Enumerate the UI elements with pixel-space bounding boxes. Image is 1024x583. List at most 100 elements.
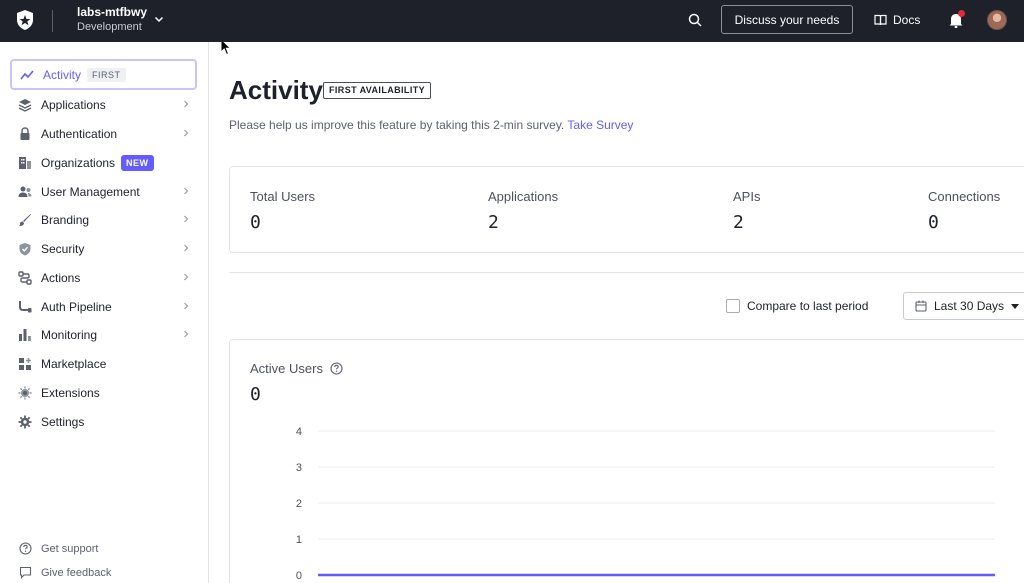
- gear-icon: [18, 415, 32, 428]
- stat-connections: Connections 0: [928, 189, 1000, 233]
- layers-icon: [18, 98, 32, 112]
- stat-total-users: Total Users 0: [250, 189, 315, 233]
- sidebar-item-auth-pipeline[interactable]: Auth Pipeline: [10, 291, 197, 322]
- stats-card: Total Users 0 Applications 2 APIs 2 Conn…: [229, 166, 1024, 253]
- sidebar-item-label: Organizations: [41, 155, 116, 170]
- auth0-logo-icon[interactable]: [15, 9, 35, 31]
- pipeline-icon: [19, 300, 32, 312]
- sidebar-item-extensions[interactable]: Extensions: [10, 377, 197, 408]
- stat-applications: Applications 2: [488, 189, 558, 233]
- mouse-cursor-icon: [220, 42, 232, 56]
- sidebar-item-label: Extensions: [41, 385, 100, 400]
- docs-link[interactable]: Docs: [874, 12, 920, 28]
- active-users-card: Active Users 0 4 3 2 1 0: [229, 339, 1024, 583]
- date-range-select[interactable]: Last 30 Days: [903, 292, 1024, 320]
- sidebar-item-label: Applications: [41, 97, 106, 112]
- comment-icon: [19, 566, 32, 579]
- new-badge: NEW: [121, 154, 154, 171]
- brush-icon: [19, 213, 31, 226]
- chart-title-label: Active Users: [250, 361, 323, 376]
- sidebar-item-label: Marketplace: [41, 356, 107, 371]
- chevron-right-icon: [184, 187, 189, 195]
- compare-label: Compare to last period: [747, 299, 869, 313]
- book-icon: [874, 14, 887, 26]
- bar-chart-icon: [19, 328, 31, 341]
- help-icon[interactable]: [330, 362, 343, 375]
- chevron-right-icon: [184, 215, 189, 223]
- top-bar: labs-mtfbwy Development Discuss your nee…: [0, 0, 1024, 42]
- chevron-right-icon: [184, 273, 189, 281]
- y-tick-label: 0: [296, 570, 302, 582]
- discuss-needs-button[interactable]: Discuss your needs: [721, 5, 853, 34]
- chart-line-icon: [20, 69, 34, 79]
- give-feedback-link[interactable]: Give feedback: [19, 566, 111, 579]
- chevron-right-icon: [184, 129, 189, 137]
- avatar[interactable]: [987, 10, 1007, 30]
- stat-value: 0: [250, 212, 261, 233]
- grid-plus-icon: [19, 357, 31, 370]
- stat-label: Total Users: [250, 189, 316, 204]
- sidebar-item-branding[interactable]: Branding: [10, 204, 197, 235]
- sidebar-item-label: Monitoring: [41, 327, 98, 342]
- first-badge: FIRST: [87, 67, 126, 82]
- y-tick-label: 3: [296, 462, 302, 474]
- chart-total-value: 0: [250, 384, 261, 405]
- calendar-icon: [915, 300, 927, 312]
- sidebar-item-label: User Management: [41, 184, 140, 199]
- help-circle-icon: [19, 542, 32, 555]
- checkbox-box[interactable]: [726, 299, 740, 313]
- main-content: Activity FIRST AVAILABILITY Please help …: [210, 42, 1024, 583]
- sidebar-item-user-management[interactable]: User Management: [10, 176, 197, 207]
- stat-apis: APIs 2: [733, 189, 760, 233]
- flow-icon: [18, 270, 32, 285]
- y-tick-label: 4: [296, 426, 302, 438]
- stat-value: 0: [928, 212, 939, 233]
- chevron-down-icon[interactable]: [153, 13, 165, 25]
- y-tick-label: 2: [296, 498, 302, 510]
- tenant-environment[interactable]: Development: [77, 21, 142, 33]
- stat-label: Applications: [488, 189, 559, 204]
- sidebar: Activity FIRST Applications Authenticati…: [0, 42, 209, 583]
- sidebar-item-marketplace[interactable]: Marketplace: [10, 348, 197, 379]
- get-support-label: Get support: [41, 542, 99, 555]
- active-users-chart: 4 3 2 1 0: [296, 426, 995, 582]
- users-icon: [18, 186, 32, 197]
- shield-icon: [19, 242, 31, 255]
- stat-value: 2: [733, 212, 744, 233]
- compare-checkbox[interactable]: Compare to last period: [726, 299, 868, 313]
- chevron-right-icon: [184, 302, 189, 310]
- notification-dot: [958, 10, 965, 17]
- stat-label: APIs: [733, 189, 761, 204]
- chevron-right-icon: [184, 244, 189, 252]
- sidebar-item-security[interactable]: Security: [10, 233, 197, 264]
- sidebar-item-label: Branding: [41, 212, 90, 227]
- caret-down-icon: [1011, 303, 1020, 309]
- get-support-link[interactable]: Get support: [19, 542, 98, 555]
- give-feedback-label: Give feedback: [41, 566, 112, 579]
- sidebar-item-activity[interactable]: Activity FIRST: [10, 59, 197, 90]
- sidebar-item-settings[interactable]: Settings: [10, 406, 197, 437]
- stat-value: 2: [488, 212, 499, 233]
- survey-text: Please help us improve this feature by t…: [229, 118, 565, 132]
- chevron-right-icon: [184, 100, 189, 108]
- sidebar-item-label: Settings: [41, 414, 85, 429]
- sidebar-item-organizations[interactable]: Organizations NEW: [10, 147, 197, 178]
- chart-title: Active Users: [250, 361, 343, 376]
- section-divider: [229, 272, 1024, 273]
- sidebar-item-monitoring[interactable]: Monitoring: [10, 319, 197, 350]
- stat-label: Connections: [928, 189, 1001, 204]
- sidebar-item-label: Auth Pipeline: [41, 299, 112, 314]
- sidebar-item-authentication[interactable]: Authentication: [10, 118, 197, 149]
- tenant-name[interactable]: labs-mtfbwy: [77, 5, 147, 19]
- sidebar-item-label: Activity: [43, 67, 82, 82]
- sidebar-item-actions[interactable]: Actions: [10, 262, 197, 293]
- sidebar-item-label: Authentication: [41, 126, 118, 141]
- lock-icon: [20, 126, 30, 140]
- take-survey-link[interactable]: Take Survey: [567, 118, 633, 132]
- puzzle-icon: [18, 386, 32, 399]
- first-availability-badge: FIRST AVAILABILITY: [323, 82, 432, 99]
- chevron-right-icon: [184, 330, 189, 338]
- search-icon[interactable]: [687, 12, 703, 28]
- sidebar-item-applications[interactable]: Applications: [10, 89, 197, 120]
- y-tick-label: 1: [296, 534, 302, 546]
